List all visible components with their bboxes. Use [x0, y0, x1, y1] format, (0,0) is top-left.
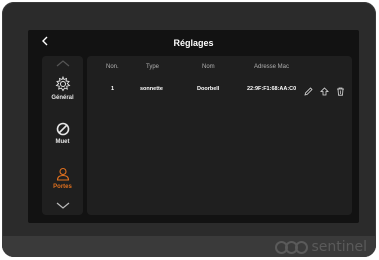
upload-icon[interactable] [320, 83, 330, 96]
edit-icon[interactable] [304, 83, 314, 96]
mute-icon [42, 122, 83, 136]
cell-type: sonnette [140, 86, 163, 92]
brand-name: sentinel [311, 239, 367, 255]
column-header-number: Non. [106, 64, 119, 70]
sidebar-item-general[interactable]: Général [42, 76, 83, 101]
sidebar-item-doors[interactable]: Portes [42, 167, 83, 190]
trash-icon[interactable] [336, 83, 346, 96]
cell-mac: 22:9F:F1:68:AA:C0 [247, 86, 297, 92]
column-header-type: Type [146, 64, 160, 70]
sidebar: Général Muet Portes [42, 56, 83, 215]
page-title: Réglages [173, 38, 214, 48]
gear-icon [42, 76, 83, 92]
brand-logo: sentinel [275, 239, 367, 255]
sidebar-item-mute[interactable]: Muet [42, 122, 83, 145]
devices-table: Non. Type Nom Adresse Mac 1 sonnette Doo… [87, 56, 352, 215]
user-icon [42, 167, 83, 181]
column-header-name: Nom [202, 64, 215, 70]
cell-number: 1 [111, 86, 115, 92]
sidebar-item-label: Muet [55, 139, 70, 145]
chevron-down-icon[interactable] [42, 202, 83, 210]
screen: Réglages Général Muet Portes Non. Type N… [28, 30, 359, 223]
logo-rings-icon [275, 240, 309, 254]
column-header-mac: Adresse Mac [254, 64, 290, 70]
sidebar-item-label: Portes [53, 184, 72, 190]
sidebar-item-label: Général [51, 95, 74, 101]
cell-name: Doorbell [197, 86, 220, 92]
chevron-up-icon[interactable] [42, 60, 83, 68]
